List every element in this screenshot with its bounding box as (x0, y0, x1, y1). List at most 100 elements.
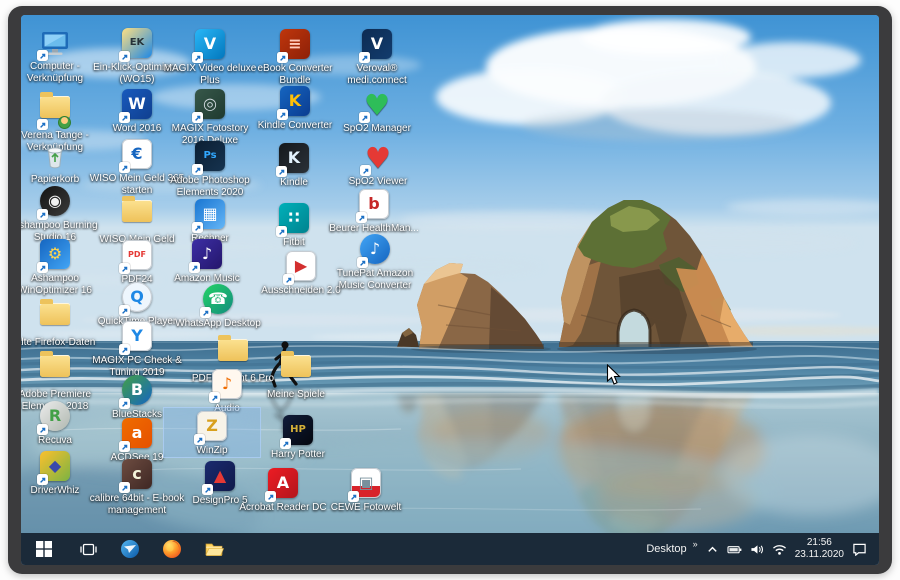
alte-firefox-daten-icon (39, 303, 71, 335)
ashampoo-burning-studio-icon: ◉ (39, 186, 71, 218)
icon-label: Harry Potter (250, 449, 346, 461)
magix-pc-check-icon: Y (121, 321, 153, 353)
windows-logo-icon (36, 541, 52, 557)
shortcut-arrow-icon (119, 51, 130, 62)
icon-label: WhatsApp Desktop (170, 318, 266, 330)
winzip-icon: Z (196, 411, 228, 443)
magix-video-deluxe-icon: V (194, 29, 226, 61)
firefox-icon (162, 539, 182, 559)
acdsee-icon: a (121, 418, 153, 450)
desktop-icon-acrobat-reader[interactable]: A Acrobat Reader DC (235, 465, 331, 514)
icon-label: MAGIX Video deluxe Plus (162, 63, 258, 86)
clock-date: 23.11.2020 (795, 549, 844, 562)
ausschneiden-icon: ▶ (285, 251, 317, 283)
desktop-icon-winzip[interactable]: Z WinZip (164, 408, 260, 457)
beurer-icon: b (358, 189, 390, 221)
thunderbird-icon (120, 539, 140, 559)
toolbar-overflow-chevron[interactable]: » (693, 539, 698, 549)
start-button[interactable] (21, 533, 67, 565)
desktop-icon-meine-spiele[interactable]: Meine Spiele (248, 345, 344, 401)
desktop-icon-kindle[interactable]: KKindle (246, 140, 342, 189)
desktop: Computer - VerknüpfungVerena Tange - Ver… (21, 15, 879, 565)
file-explorer-button[interactable] (193, 533, 235, 565)
shortcut-arrow-icon (192, 112, 203, 123)
icon-label: calibre 64bit - E-book management (89, 493, 185, 516)
desktop-icon-tunepat[interactable]: ♪TunePat Amazon Music Converter (327, 231, 423, 291)
shortcut-arrow-icon (200, 307, 211, 318)
action-center-icon (852, 542, 867, 556)
amazon-music-icon: ♪ (191, 239, 223, 271)
icon-label: Meine Spiele (248, 389, 344, 401)
papierkorb-icon (39, 140, 71, 172)
shortcut-arrow-icon (194, 434, 205, 445)
desktop-icon-veroval[interactable]: VVeroval® medi.connect (329, 26, 425, 86)
magix-fotostory-icon: ◎ (194, 89, 226, 121)
photoshop-elements-icon: Ps (194, 141, 226, 173)
icon-label: WinZip (164, 445, 260, 457)
desktop-icon-spo2-viewer[interactable]: ♥SpO2 Viewer (330, 140, 426, 188)
shortcut-arrow-icon (359, 112, 370, 123)
audio-icon: ♪ (211, 369, 243, 401)
shortcut-arrow-icon (192, 52, 203, 63)
shortcut-arrow-icon (119, 263, 130, 274)
desktop-toolbar-label[interactable]: Desktop (646, 543, 686, 555)
desktop-icon-cewe-fotowelt[interactable]: ▣CEWE Fotowelt (318, 465, 414, 514)
desktop-icon-beurer[interactable]: bBeurer HealthMan... (326, 186, 422, 235)
kindle-converter-icon: K (279, 86, 311, 118)
firefox-button[interactable] (151, 533, 193, 565)
shortcut-arrow-icon (119, 112, 130, 123)
rechner-icon: ▦ (194, 199, 226, 231)
battery-icon[interactable] (727, 543, 742, 556)
spo2-viewer-icon: ♥ (362, 142, 394, 174)
recuva-icon: R (39, 401, 71, 433)
shortcut-arrow-icon (265, 491, 276, 502)
task-view-icon (80, 541, 97, 558)
thunderbird-button[interactable] (109, 533, 151, 565)
shortcut-arrow-icon (119, 305, 130, 316)
shortcut-arrow-icon (276, 166, 287, 177)
calibre-icon: c (121, 459, 153, 491)
icon-label: CEWE Fotowelt (318, 502, 414, 514)
shortcut-arrow-icon (283, 274, 294, 285)
icon-label: Adobe Photoshop Elements 2020 (162, 175, 258, 198)
taskbar-empty-area (235, 533, 646, 565)
hidden-icons-chevron-icon[interactable] (706, 543, 719, 556)
desktop-icon-harry-potter[interactable]: HPHarry Potter (250, 412, 346, 461)
window-frame: Computer - VerknüpfungVerena Tange - Ver… (8, 6, 892, 574)
desktop-icon-spo2-manager[interactable]: ♥SpO2 Manager (329, 87, 425, 135)
shortcut-arrow-icon (356, 212, 367, 223)
icon-label: Acrobat Reader DC (235, 502, 331, 514)
taskbar-clock[interactable]: 21:56 23.11.2020 (795, 537, 844, 562)
wifi-icon[interactable] (772, 543, 787, 556)
verena-tange-icon (39, 96, 71, 128)
shortcut-arrow-icon (357, 257, 368, 268)
action-center-button[interactable] (852, 542, 867, 556)
shortcut-arrow-icon (280, 438, 291, 449)
clock-time: 21:56 (795, 537, 844, 550)
adobe-premiere-elements-icon (39, 355, 71, 387)
desktop-icon-magix-video-deluxe[interactable]: VMAGIX Video deluxe Plus (162, 26, 258, 86)
computer-icon (39, 27, 71, 59)
wiso-mein-geld-2018-icon (121, 200, 153, 232)
taskbar: Desktop » 21:56 23.11.2020 (21, 533, 879, 565)
shortcut-arrow-icon (209, 392, 220, 403)
person-badge-icon (58, 116, 71, 129)
task-view-button[interactable] (67, 533, 109, 565)
desktop-icon-magix-fotostory[interactable]: ◎MAGIX Fotostory 2016 Deluxe (162, 86, 258, 146)
shortcut-arrow-icon (277, 52, 288, 63)
ebook-converter-icon: ≡ (279, 29, 311, 61)
desktop-icon-amazon-music[interactable]: ♪Amazon Music (159, 236, 255, 285)
fitbit-icon: ∷ (278, 203, 310, 235)
desktop-icon-photoshop-elements[interactable]: PsAdobe Photoshop Elements 2020 (162, 138, 258, 198)
shortcut-arrow-icon (37, 424, 48, 435)
shortcut-arrow-icon (192, 222, 203, 233)
desktop-icon-whatsapp-desktop[interactable]: ☎WhatsApp Desktop (170, 281, 266, 330)
shortcut-arrow-icon (119, 482, 130, 493)
desktop-icon-calibre[interactable]: ccalibre 64bit - E-book management (89, 456, 185, 516)
tunepat-icon: ♪ (359, 234, 391, 266)
acrobat-reader-icon: A (267, 468, 299, 500)
volume-icon[interactable] (750, 543, 764, 556)
word-2016-icon: W (121, 89, 153, 121)
meine-spiele-icon (280, 355, 312, 387)
shortcut-arrow-icon (37, 262, 48, 273)
